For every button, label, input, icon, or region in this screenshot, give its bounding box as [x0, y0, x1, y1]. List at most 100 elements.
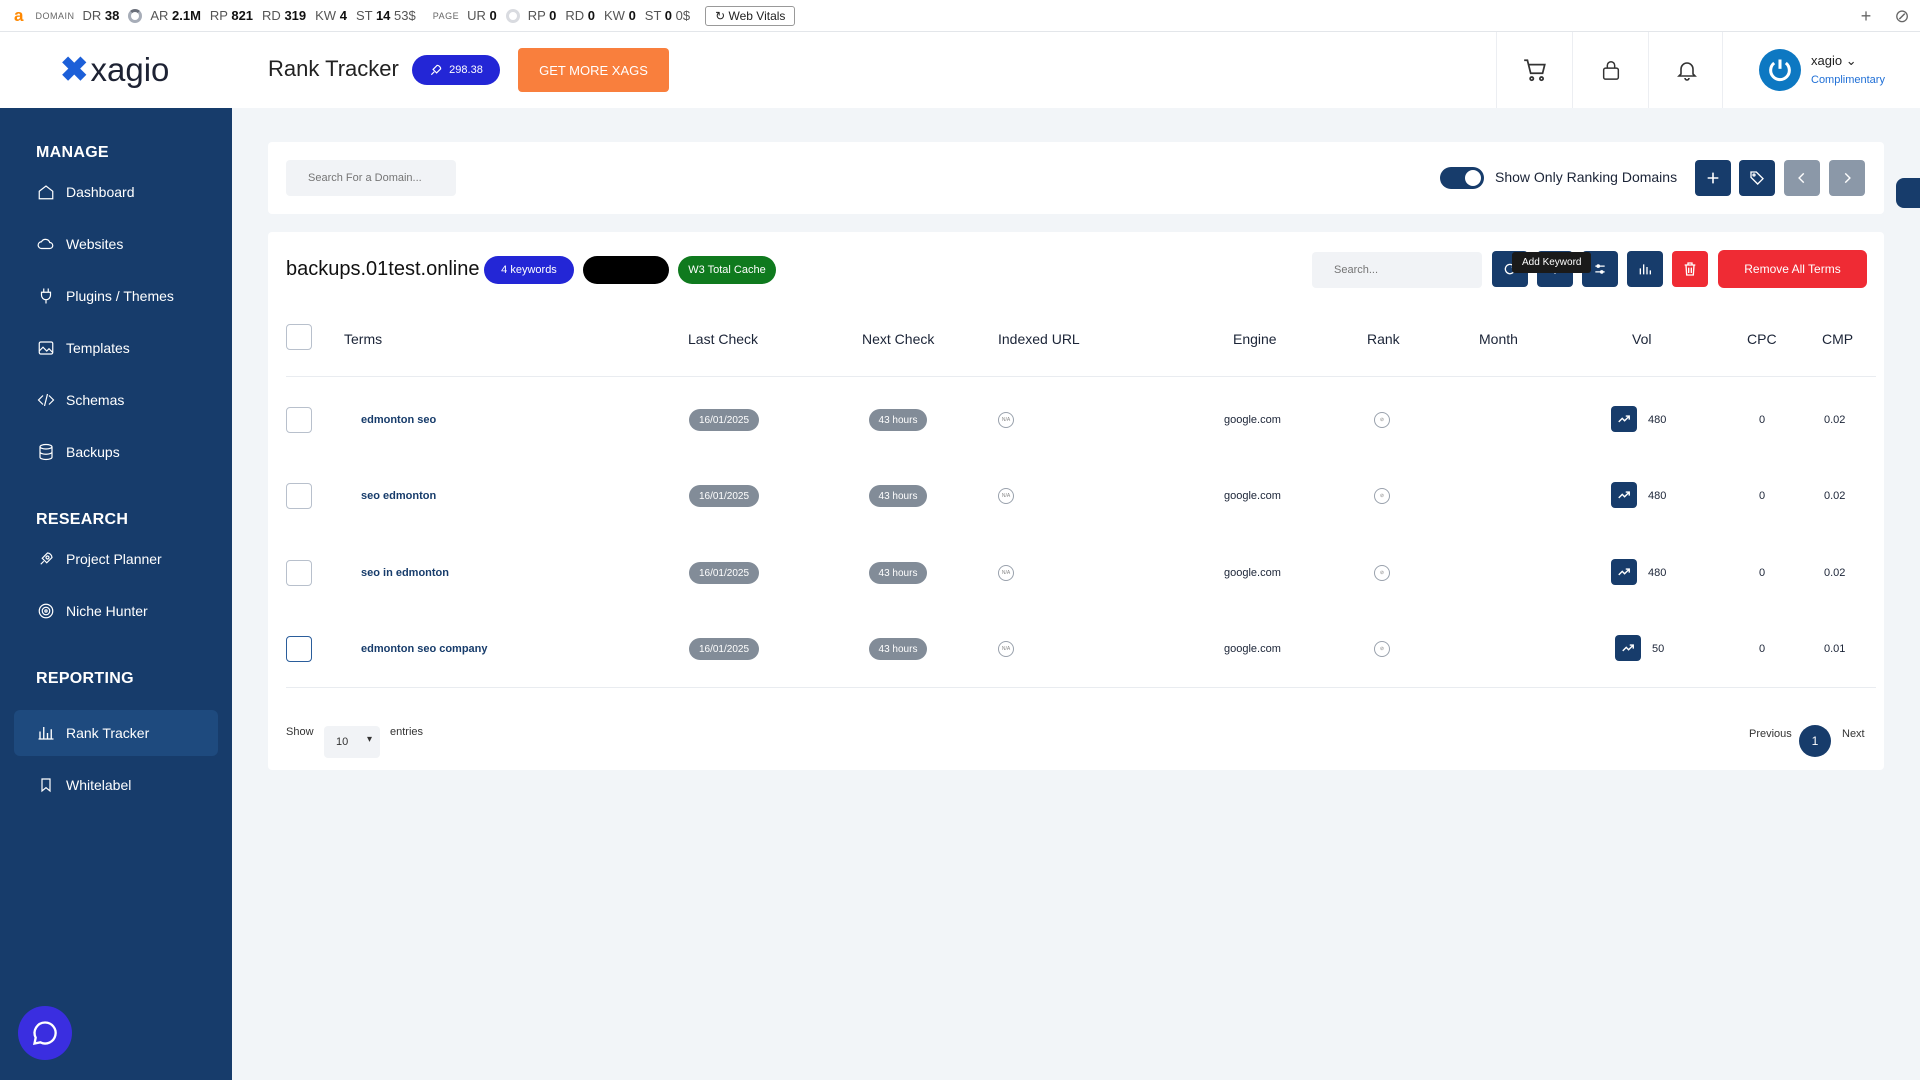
- column-header-month[interactable]: Month: [1479, 331, 1518, 347]
- notifications-button[interactable]: [1648, 32, 1724, 108]
- cmp-cell: 0.02: [1824, 490, 1846, 502]
- row-checkbox[interactable]: [286, 483, 312, 509]
- metric-st: ST 14 53$: [355, 8, 416, 23]
- xagio-logo[interactable]: ✖ xagio: [60, 50, 169, 90]
- column-header-engine[interactable]: Engine: [1233, 331, 1277, 347]
- delete-button[interactable]: [1672, 251, 1708, 287]
- row-checkbox[interactable]: [286, 560, 312, 586]
- last-check-badge: 16/01/2025: [689, 562, 759, 584]
- previous-domain-button[interactable]: [1784, 160, 1820, 196]
- sidebar-item-niche-hunter[interactable]: Niche Hunter: [14, 588, 218, 634]
- sidebar-item-dashboard[interactable]: Dashboard: [14, 169, 218, 215]
- user-name: xagio ⌄: [1811, 53, 1857, 68]
- previous-page-button[interactable]: Previous: [1749, 728, 1792, 740]
- power-icon: [1769, 59, 1791, 82]
- domain-title: backups.01test.online: [286, 258, 480, 280]
- sidebar: MANAGE Dashboard Websites Plugins / Them…: [0, 108, 232, 1080]
- next-check-badge: 43 hours: [869, 638, 927, 660]
- plus-icon: [1707, 172, 1719, 184]
- sidebar-item-whitelabel[interactable]: Whitelabel: [14, 762, 218, 808]
- toggle-label: Show Only Ranking Domains: [1495, 169, 1678, 185]
- trend-button[interactable]: [1611, 482, 1637, 508]
- term-link[interactable]: seo edmonton: [361, 490, 436, 502]
- last-check-badge: 16/01/2025: [689, 485, 759, 507]
- sidebar-item-websites[interactable]: Websites: [14, 221, 218, 267]
- indexed-url-na-icon: N/A: [998, 565, 1014, 581]
- rank-na-icon: ⊘: [1374, 641, 1390, 657]
- sidebar-item-plugins-themes[interactable]: Plugins / Themes: [14, 273, 218, 319]
- settings-icon[interactable]: ⊘: [1884, 6, 1920, 27]
- xags-balance-badge[interactable]: 298.38: [412, 55, 500, 85]
- add-keyword-tooltip: Add Keyword: [1512, 252, 1592, 273]
- app-header: ✖ xagio Rank Tracker 298.38 GET MORE XAG…: [0, 32, 1920, 108]
- metric-page-st: ST 0 0$: [644, 8, 691, 23]
- chart-button[interactable]: [1627, 251, 1663, 287]
- next-domain-button[interactable]: [1829, 160, 1865, 196]
- tag-icon: [1750, 171, 1764, 185]
- trend-button[interactable]: [1611, 406, 1637, 432]
- cpc-cell: 0: [1759, 567, 1766, 579]
- column-header-cmp[interactable]: CMP: [1822, 331, 1853, 347]
- xagio-x-icon: ✖: [60, 51, 89, 89]
- cmp-cell: 0.02: [1824, 567, 1846, 579]
- trend-button[interactable]: [1611, 559, 1637, 585]
- row-checkbox[interactable]: [286, 636, 312, 662]
- lock-button[interactable]: [1572, 32, 1648, 108]
- ahrefs-logo[interactable]: a: [14, 6, 23, 26]
- get-more-xags-button[interactable]: GET MORE XAGS: [518, 48, 669, 92]
- term-link[interactable]: edmonton seo company: [361, 643, 488, 655]
- brand-name: xagio: [90, 51, 170, 88]
- sidebar-item-backups[interactable]: Backups: [14, 429, 218, 475]
- code-icon: [36, 390, 56, 410]
- ranking-domains-toggle[interactable]: [1440, 167, 1484, 189]
- side-panel-tab[interactable]: [1896, 178, 1920, 208]
- sidebar-item-rank-tracker[interactable]: Rank Tracker: [14, 710, 218, 756]
- column-header-terms[interactable]: Terms: [344, 331, 382, 347]
- domain-card: backups.01test.online 4 keywords W3 Tota…: [268, 232, 1884, 770]
- metric-ur: UR 0: [467, 8, 497, 23]
- entries-select[interactable]: 10 ▾: [324, 726, 380, 758]
- plug-icon: [36, 286, 56, 306]
- next-page-button[interactable]: Next: [1842, 728, 1865, 740]
- last-check-badge: 16/01/2025: [689, 409, 759, 431]
- chat-button[interactable]: [18, 1006, 72, 1060]
- trend-button[interactable]: [1615, 635, 1641, 661]
- user-menu[interactable]: xagio ⌄ Complimentary: [1722, 32, 1920, 108]
- term-link[interactable]: seo in edmonton: [361, 567, 449, 579]
- chevron-down-icon: ⌄: [1845, 53, 1857, 68]
- sidebar-item-templates[interactable]: Templates: [14, 325, 218, 371]
- metric-page-rd: RD 0: [565, 8, 595, 23]
- cart-button[interactable]: [1496, 32, 1572, 108]
- add-domain-button[interactable]: [1695, 160, 1731, 196]
- term-link[interactable]: edmonton seo: [361, 414, 436, 426]
- chevron-down-icon: ▾: [366, 734, 372, 745]
- column-header-rank[interactable]: Rank: [1367, 331, 1400, 347]
- chat-bubble-icon: [33, 1021, 57, 1045]
- metric-page-kw: KW 0: [604, 8, 636, 23]
- image-icon: [36, 338, 56, 358]
- column-header-next-check[interactable]: Next Check: [862, 331, 934, 347]
- metric-page-rp: RP 0: [527, 8, 557, 23]
- trend-up-icon: [1618, 415, 1630, 423]
- remove-all-terms-button[interactable]: Remove All Terms: [1718, 250, 1867, 288]
- column-header-vol[interactable]: Vol: [1632, 331, 1651, 347]
- domain-search-input[interactable]: [286, 160, 456, 196]
- tags-button[interactable]: [1739, 160, 1775, 196]
- keywords-count-badge: 4 keywords: [484, 256, 574, 284]
- row-checkbox[interactable]: [286, 407, 312, 433]
- column-header-indexed-url[interactable]: Indexed URL: [998, 331, 1080, 347]
- web-vitals-button[interactable]: ↻ Web Vitals: [705, 5, 796, 26]
- chevron-left-icon: [1798, 172, 1805, 184]
- keyword-search-input[interactable]: [1312, 252, 1482, 288]
- plus-icon[interactable]: +: [1848, 6, 1884, 27]
- select-all-checkbox[interactable]: [286, 324, 312, 350]
- sidebar-item-project-planner[interactable]: Project Planner: [14, 536, 218, 582]
- indexed-url-na-icon: N/A: [998, 412, 1014, 428]
- column-header-last-check[interactable]: Last Check: [688, 331, 758, 347]
- column-header-cpc[interactable]: CPC: [1747, 331, 1777, 347]
- page-title: Rank Tracker: [268, 56, 399, 81]
- sidebar-item-schemas[interactable]: Schemas: [14, 377, 218, 423]
- page-number-button[interactable]: 1: [1799, 725, 1831, 757]
- rank-na-icon: ⊘: [1374, 565, 1390, 581]
- chevron-right-icon: [1844, 172, 1851, 184]
